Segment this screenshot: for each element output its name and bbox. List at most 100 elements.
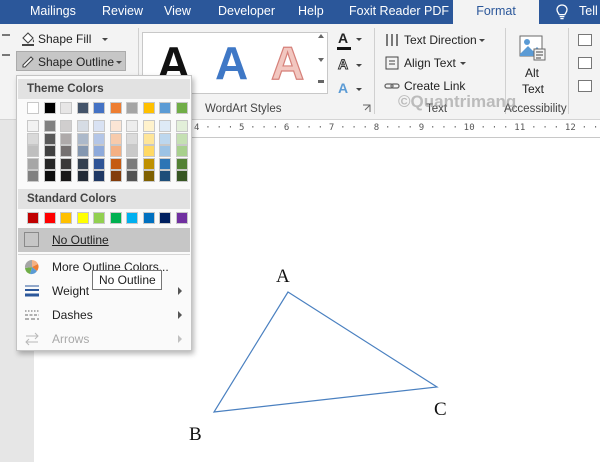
wordart-style-pink[interactable]: A	[270, 36, 304, 89]
theme-color-shade-swatch[interactable]	[159, 170, 171, 182]
standard-color-swatch[interactable]	[43, 212, 56, 224]
theme-color-shade-swatch[interactable]	[126, 145, 138, 157]
arrange-icon[interactable]	[578, 80, 592, 92]
theme-color-shade-swatch[interactable]	[175, 120, 188, 132]
theme-color-swatch[interactable]	[142, 102, 155, 114]
chevron-down-icon[interactable]	[116, 61, 122, 64]
theme-color-shade-swatch[interactable]	[27, 145, 39, 157]
chevron-down-icon[interactable]	[479, 39, 485, 42]
theme-color-shade-swatch[interactable]	[126, 132, 138, 145]
alt-text-icon[interactable]	[517, 32, 547, 62]
tab-view[interactable]: View	[164, 0, 191, 24]
theme-color-shade-swatch[interactable]	[142, 170, 155, 182]
theme-color-shade-swatch[interactable]	[93, 170, 105, 182]
standard-color-swatch[interactable]	[27, 212, 39, 224]
standard-color-swatch[interactable]	[126, 212, 138, 224]
alt-text-line2[interactable]: Text	[522, 82, 544, 96]
tab-foxit-reader-pdf[interactable]: Foxit Reader PDF	[349, 0, 449, 24]
theme-color-swatch[interactable]	[76, 102, 89, 114]
standard-color-swatch[interactable]	[93, 212, 105, 224]
no-outline-item[interactable]: No Outline	[18, 228, 190, 252]
chevron-down-icon[interactable]	[356, 88, 362, 91]
tab-tell-me[interactable]: Tell	[579, 0, 598, 24]
standard-color-swatch[interactable]	[142, 212, 155, 224]
standard-color-swatch[interactable]	[159, 212, 171, 224]
theme-color-shade-swatch[interactable]	[60, 170, 72, 182]
theme-color-swatch[interactable]	[126, 102, 138, 114]
chevron-down-icon[interactable]	[102, 38, 108, 41]
theme-color-shade-swatch[interactable]	[60, 120, 72, 132]
theme-color-shade-swatch[interactable]	[76, 170, 89, 182]
theme-color-shade-swatch[interactable]	[175, 132, 188, 145]
theme-color-shade-swatch[interactable]	[76, 157, 89, 170]
wordart-style-blue[interactable]: A	[215, 37, 248, 89]
tab-format[interactable]: Format	[453, 0, 539, 24]
theme-color-shade-swatch[interactable]	[43, 120, 56, 132]
theme-color-shade-swatch[interactable]	[159, 145, 171, 157]
alt-text-line1[interactable]: Alt	[525, 66, 539, 80]
theme-color-shade-swatch[interactable]	[27, 157, 39, 170]
theme-color-shade-swatch[interactable]	[43, 145, 56, 157]
theme-color-shade-swatch[interactable]	[159, 132, 171, 145]
shape-fill-button[interactable]: Shape Fill	[38, 32, 91, 46]
standard-color-swatch[interactable]	[60, 212, 72, 224]
theme-color-shade-swatch[interactable]	[175, 157, 188, 170]
theme-color-shade-swatch[interactable]	[126, 120, 138, 132]
chevron-down-icon[interactable]	[356, 64, 362, 67]
arrange-icon[interactable]	[578, 34, 592, 46]
tab-mailings[interactable]: Mailings	[30, 0, 76, 24]
theme-color-swatch[interactable]	[109, 102, 122, 114]
tab-developer[interactable]: Developer	[218, 0, 275, 24]
text-fill-icon[interactable]: A	[338, 30, 348, 46]
theme-color-shade-swatch[interactable]	[142, 120, 155, 132]
theme-color-shade-swatch[interactable]	[126, 170, 138, 182]
theme-color-shade-swatch[interactable]	[109, 120, 122, 132]
theme-color-shade-swatch[interactable]	[109, 170, 122, 182]
theme-color-shade-swatch[interactable]	[126, 157, 138, 170]
theme-color-shade-swatch[interactable]	[76, 120, 89, 132]
theme-color-shade-swatch[interactable]	[76, 145, 89, 157]
chevron-down-icon[interactable]	[356, 38, 362, 41]
theme-color-shade-swatch[interactable]	[109, 132, 122, 145]
theme-color-swatch[interactable]	[43, 102, 56, 114]
text-direction-button[interactable]: Text Direction	[404, 33, 477, 47]
theme-color-swatch[interactable]	[175, 102, 188, 114]
theme-color-shade-swatch[interactable]	[27, 170, 39, 182]
theme-color-shade-swatch[interactable]	[175, 145, 188, 157]
create-link-button[interactable]: Create Link	[404, 79, 465, 93]
theme-color-shade-swatch[interactable]	[93, 132, 105, 145]
theme-color-swatch[interactable]	[60, 102, 72, 114]
dialog-launcher-icon[interactable]	[362, 104, 371, 113]
arrange-icon[interactable]	[578, 57, 592, 69]
chevron-down-icon[interactable]	[460, 62, 466, 65]
text-direction-icon[interactable]	[384, 32, 400, 48]
theme-color-shade-swatch[interactable]	[159, 120, 171, 132]
theme-color-shade-swatch[interactable]	[93, 157, 105, 170]
scroll-down-icon[interactable]	[318, 58, 324, 62]
theme-color-shade-swatch[interactable]	[60, 145, 72, 157]
theme-color-shade-swatch[interactable]	[27, 132, 39, 145]
theme-color-shade-swatch[interactable]	[159, 157, 171, 170]
theme-color-shade-swatch[interactable]	[76, 132, 89, 145]
text-effects-icon[interactable]: A	[338, 80, 348, 96]
theme-color-swatch[interactable]	[27, 102, 39, 114]
paint-bucket-icon[interactable]	[20, 30, 36, 46]
theme-color-shade-swatch[interactable]	[43, 157, 56, 170]
align-text-button[interactable]: Align Text	[404, 56, 456, 70]
tab-help[interactable]: Help	[298, 0, 324, 24]
standard-color-swatch[interactable]	[175, 212, 188, 224]
dashes-item[interactable]: Dashes	[18, 303, 190, 327]
horizontal-ruler[interactable]: 4 · · · 5 · · · 6 · · · 7 · · · 8 · · · …	[190, 120, 600, 138]
theme-color-shade-swatch[interactable]	[109, 157, 122, 170]
theme-color-shade-swatch[interactable]	[175, 170, 188, 182]
theme-color-swatch[interactable]	[159, 102, 171, 114]
theme-color-shade-swatch[interactable]	[43, 170, 56, 182]
tab-review[interactable]: Review	[102, 0, 143, 24]
theme-color-shade-swatch[interactable]	[60, 157, 72, 170]
standard-color-swatch[interactable]	[109, 212, 122, 224]
theme-color-shade-swatch[interactable]	[142, 157, 155, 170]
theme-color-shade-swatch[interactable]	[27, 120, 39, 132]
theme-color-shade-swatch[interactable]	[142, 132, 155, 145]
theme-color-swatch[interactable]	[93, 102, 105, 114]
theme-color-shade-swatch[interactable]	[60, 132, 72, 145]
